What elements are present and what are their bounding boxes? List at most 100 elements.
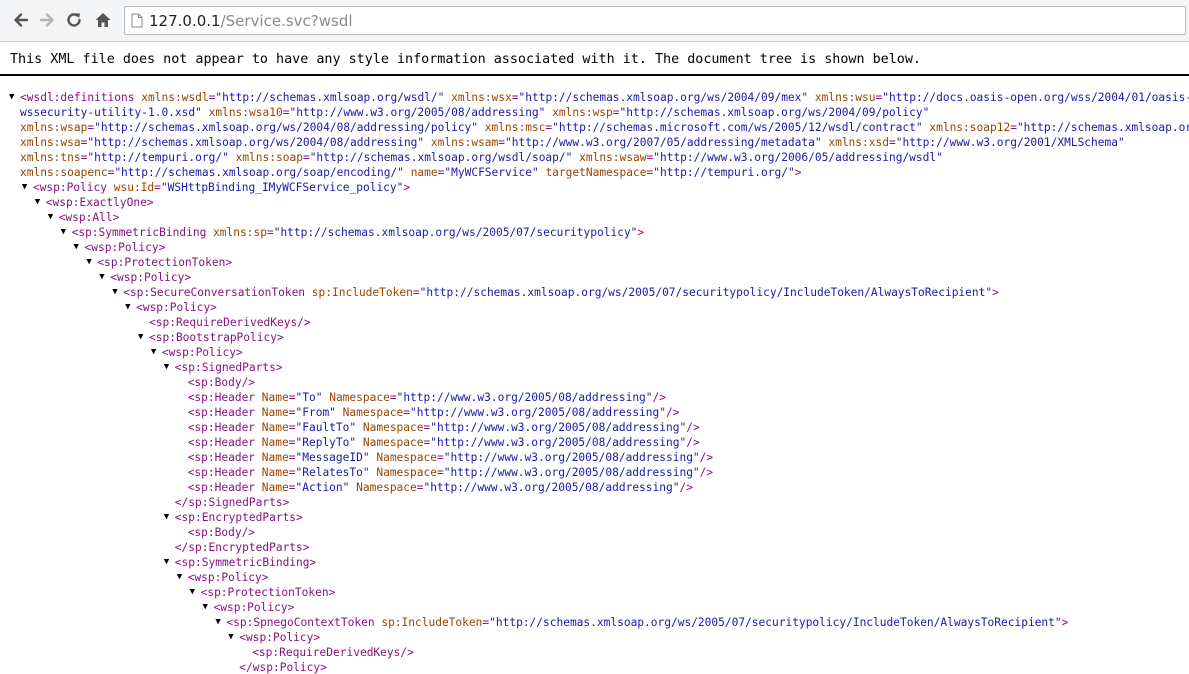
xml-token: xmlns:wsa bbox=[20, 136, 81, 149]
xml-token: > bbox=[992, 286, 999, 299]
xml-token: > bbox=[1061, 616, 1069, 629]
xml-line-text: <wsdl:definitions xmlns:wsdl="http://sch… bbox=[20, 90, 1189, 105]
xml-token bbox=[255, 421, 262, 434]
xml-token: wssecurity-utility-1.0.xsd" bbox=[20, 106, 202, 119]
xml-token: "http://docs.oasis-open.org/wss/2004/01/… bbox=[882, 91, 1189, 104]
collapse-arrow-icon[interactable]: ▼ bbox=[61, 225, 71, 240]
xml-line: ▼ <wsp:Policy> bbox=[0, 270, 1189, 285]
xml-token: "http://schemas.microsoft.com/ws/2005/12… bbox=[552, 121, 923, 134]
xml-line: ▼ <wsp:Policy> bbox=[0, 300, 1189, 315]
xml-token bbox=[424, 136, 431, 149]
xml-line-text: <sp:ProtectionToken> bbox=[201, 585, 336, 600]
collapse-arrow-icon[interactable]: ▼ bbox=[203, 600, 213, 615]
xml-token: Namespace bbox=[342, 406, 404, 419]
xml-token: "Action" bbox=[295, 481, 350, 494]
xml-token: xmlns:wsaw bbox=[579, 151, 647, 164]
xml-token: </sp:EncryptedParts> bbox=[174, 541, 310, 554]
xml-line: ▼ <sp:BootstrapPolicy> bbox=[0, 330, 1189, 345]
collapse-arrow-icon[interactable]: ▼ bbox=[112, 285, 122, 300]
xml-token: > bbox=[637, 226, 645, 239]
xml-line: <sp:Header Name="To" Namespace="http://w… bbox=[0, 390, 1189, 405]
xml-line-text: <wsp:Policy> bbox=[239, 630, 320, 645]
xml-token: xmlns:wsp bbox=[552, 106, 613, 119]
xml-token: "http://www.w3.org/2006/05/addressing/ws… bbox=[653, 151, 943, 164]
xml-token: "http://schemas.xmlsoap.org/ws/2004/08/a… bbox=[94, 121, 479, 134]
collapse-arrow-icon[interactable]: ▼ bbox=[138, 330, 148, 345]
collapse-arrow-icon[interactable]: ▼ bbox=[190, 585, 200, 600]
forward-button[interactable] bbox=[36, 9, 58, 31]
collapse-arrow-icon[interactable]: ▼ bbox=[99, 270, 109, 285]
xml-token bbox=[356, 421, 363, 434]
xml-line-text: wssecurity-utility-1.0.xsd" xmlns:wsa10 =… bbox=[20, 105, 929, 120]
xml-token: = bbox=[288, 391, 296, 404]
xml-token bbox=[255, 436, 262, 449]
xml-token: <sp:SpnegoContextToken bbox=[226, 616, 375, 629]
xml-line-text: <wsp:Policy wsu:Id="WSHttpBinding_IMyWCF… bbox=[33, 180, 410, 195]
xml-line: xmlns:soapenc="http://schemas.xmlsoap.or… bbox=[0, 165, 1189, 180]
xml-token: <sp:RequireDerivedKeys/> bbox=[149, 316, 311, 329]
xml-token: xmlns:tns bbox=[20, 151, 81, 164]
collapse-arrow-icon[interactable]: ▼ bbox=[35, 195, 45, 210]
collapse-arrow-icon[interactable]: ▼ bbox=[164, 510, 174, 525]
xml-line-text: xmlns:wsap="http://schemas.xmlsoap.org/w… bbox=[20, 120, 1189, 135]
xml-token: = bbox=[288, 436, 296, 449]
xml-token: xmlns:soap bbox=[235, 151, 303, 164]
xml-token: targetNamespace bbox=[545, 166, 647, 179]
xml-token: = bbox=[302, 151, 310, 164]
xml-token: "RelatesTo" bbox=[295, 466, 370, 479]
url-host: 127.0.0.1 bbox=[149, 12, 221, 30]
xml-line: ▼ <sp:SecureConversationToken sp:IncludeT… bbox=[0, 285, 1189, 300]
back-button[interactable] bbox=[10, 9, 32, 31]
xml-token: = bbox=[154, 181, 161, 194]
xml-line-text: <wsp:Policy> bbox=[214, 600, 295, 615]
url-text[interactable]: 127.0.0.1/Service.svc?wsdl bbox=[149, 12, 353, 30]
collapse-arrow-icon[interactable]: ▼ bbox=[86, 255, 96, 270]
collapse-arrow-icon[interactable]: ▼ bbox=[22, 180, 32, 195]
xml-viewer: This XML file does not appear to have an… bbox=[0, 42, 1189, 674]
xml-token: "http://schemas.xmlsoap.org/ws/2004/09/m… bbox=[518, 91, 809, 104]
collapse-arrow-icon[interactable]: ▼ bbox=[125, 300, 135, 315]
collapse-arrow-icon[interactable]: ▼ bbox=[151, 345, 161, 360]
xml-token: = bbox=[436, 451, 444, 464]
collapse-arrow-icon[interactable]: ▼ bbox=[228, 630, 238, 645]
xml-token: "http://www.w3.org/2005/08/addressing" bbox=[410, 406, 666, 419]
xml-line: <sp:Header Name="FaultTo" Namespace="htt… bbox=[0, 420, 1189, 435]
xml-token: /> bbox=[666, 406, 680, 419]
xml-line-text: <sp:SymmetricBinding xmlns:sp="http://sc… bbox=[72, 225, 645, 240]
reload-button[interactable] bbox=[63, 9, 85, 31]
collapse-arrow-icon[interactable]: ▼ bbox=[164, 555, 174, 570]
xml-line: ▼ <wsp:All> bbox=[0, 210, 1189, 225]
browser-toolbar: 127.0.0.1/Service.svc?wsdl bbox=[0, 0, 1189, 42]
xml-line-text: <sp:BootstrapPolicy> bbox=[149, 330, 284, 345]
collapse-arrow-icon[interactable]: ▼ bbox=[74, 240, 84, 255]
collapse-arrow-icon[interactable]: ▼ bbox=[9, 90, 19, 105]
xml-token: > bbox=[794, 166, 802, 179]
xml-line-text: <sp:Header Name="FaultTo" Namespace="htt… bbox=[188, 420, 700, 435]
xml-token: <wsp:ExactlyOne> bbox=[45, 196, 154, 209]
xml-token: <wsp:Policy> bbox=[161, 346, 243, 359]
xml-line: ▼ <wsp:Policy> bbox=[0, 345, 1189, 360]
xml-token: xmlns:sp bbox=[213, 226, 267, 239]
xml-token: sp:IncludeToken bbox=[381, 616, 483, 629]
xml-line-text: <wsp:Policy> bbox=[162, 345, 243, 360]
xml-line: <sp:Header Name="ReplyTo" Namespace="htt… bbox=[0, 435, 1189, 450]
collapse-arrow-icon[interactable]: ▼ bbox=[164, 360, 174, 375]
xml-token: <sp:Header bbox=[187, 391, 256, 404]
xml-token: <wsp:Policy> bbox=[239, 631, 321, 644]
xml-line-text: <sp:SymmetricBinding> bbox=[175, 555, 316, 570]
xml-token bbox=[356, 436, 363, 449]
xml-line: <sp:Body/> bbox=[0, 525, 1189, 540]
address-bar[interactable]: 127.0.0.1/Service.svc?wsdl bbox=[124, 6, 1186, 35]
xml-token: /> bbox=[686, 436, 700, 449]
collapse-arrow-icon[interactable]: ▼ bbox=[48, 210, 58, 225]
xml-token: <sp:Body/> bbox=[187, 376, 256, 389]
collapse-arrow-icon[interactable]: ▼ bbox=[215, 615, 225, 630]
forward-arrow-icon bbox=[39, 13, 54, 27]
xml-token: <sp:ProtectionToken> bbox=[97, 256, 233, 269]
xml-token: = bbox=[1010, 121, 1017, 134]
home-button[interactable] bbox=[92, 9, 114, 31]
collapse-arrow-icon[interactable]: ▼ bbox=[177, 570, 187, 585]
xml-token: = bbox=[498, 136, 506, 149]
xml-token: "MyWCFService" bbox=[444, 166, 539, 179]
xml-token: = bbox=[288, 466, 296, 479]
